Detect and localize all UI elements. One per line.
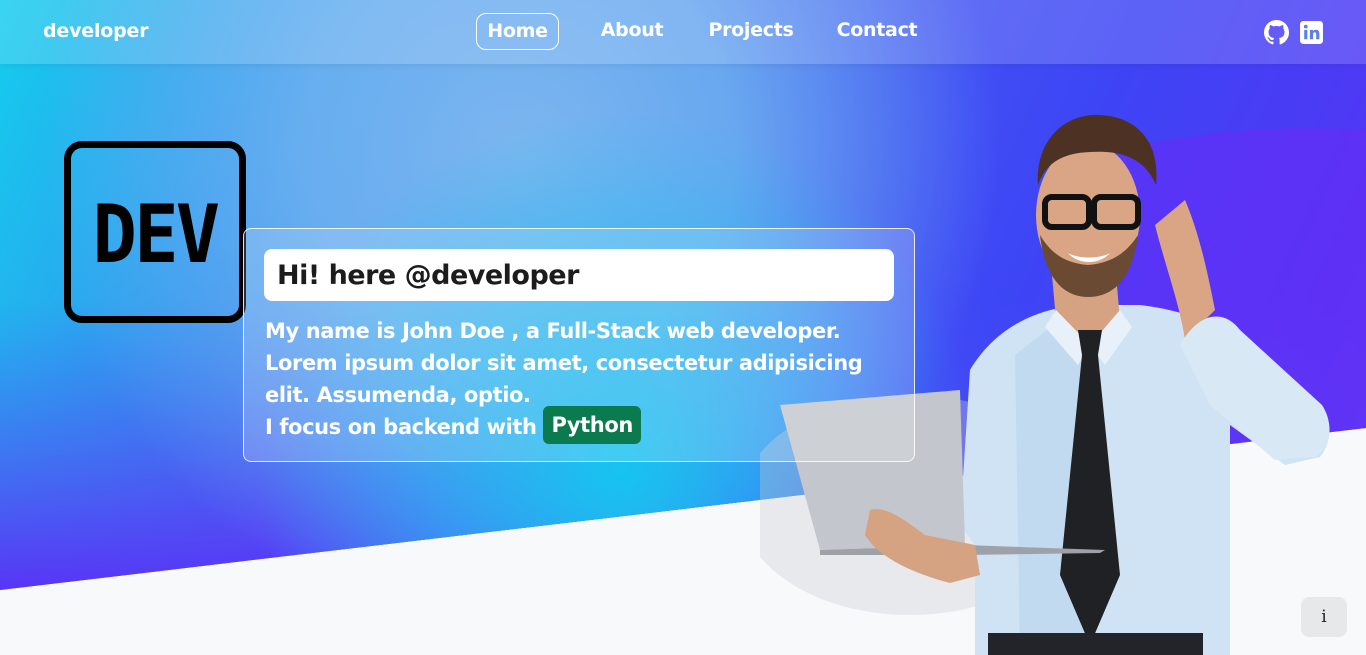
top-navbar: developer Home About Projects Contact [0, 0, 1366, 64]
intro-card: Hi! here @developer My name is John Doe … [243, 228, 915, 462]
greeting-heading: Hi! here @developer [264, 249, 894, 301]
nav-projects-link[interactable]: Projects [705, 13, 797, 50]
focus-line: I focus on backend with Python [265, 406, 895, 444]
intro-line-2: Lorem ipsum dolor sit amet, consectetur … [265, 351, 863, 375]
tech-badge-python: Python [543, 406, 641, 444]
info-button[interactable]: i [1301, 597, 1347, 637]
focus-prefix: I focus on backend with [265, 415, 537, 439]
dev-logo-text: DEV [92, 188, 220, 281]
github-icon[interactable] [1264, 20, 1289, 45]
nav-home-link[interactable]: Home [476, 13, 559, 50]
intro-description: My name is John Doe , a Full-Stack web d… [265, 315, 895, 444]
linkedin-icon[interactable] [1299, 20, 1324, 45]
dev-logo: DEV [64, 141, 246, 323]
nav-about-link[interactable]: About [592, 13, 672, 50]
brand-logo-text[interactable]: developer [43, 20, 149, 42]
intro-line-1: My name is John Doe , a Full-Stack web d… [265, 319, 841, 343]
nav-contact-link[interactable]: Contact [832, 13, 922, 50]
